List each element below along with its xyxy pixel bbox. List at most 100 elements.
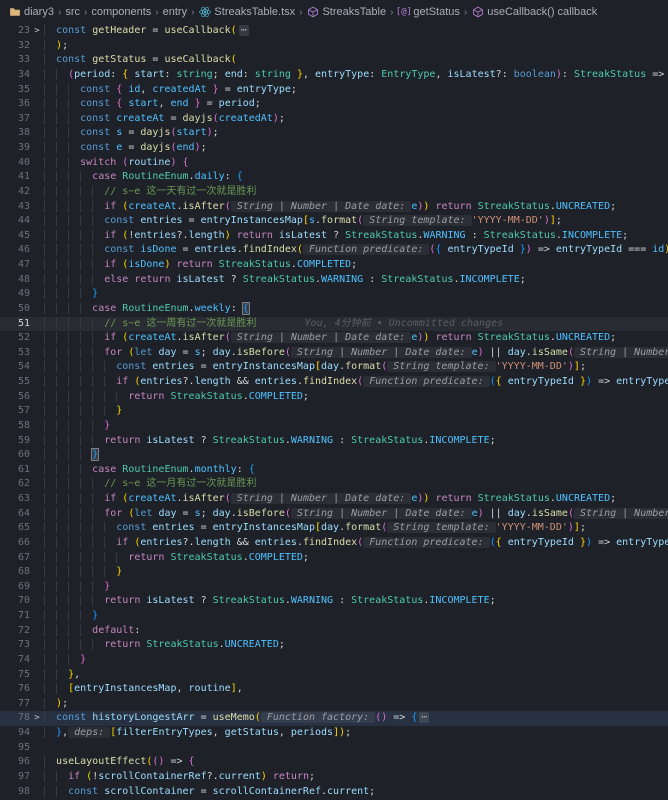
code-line[interactable]: 51 // s~e 这一周有过一次就是胜利 You, 4分钟前 • Uncomm… — [0, 317, 668, 332]
code-line[interactable]: 41 case RoutineEnum.daily: { — [0, 170, 668, 185]
code-line[interactable]: 73 return StreakStatus.UNCREATED; — [0, 638, 668, 653]
code-line[interactable]: 67 return StreakStatus.COMPLETED; — [0, 551, 668, 566]
line-number[interactable]: 43 — [0, 200, 30, 215]
code-line[interactable]: 72 default: — [0, 624, 668, 639]
code-line[interactable]: 50 case RoutineEnum.weekly: { — [0, 302, 668, 317]
code-line[interactable]: 53 for (let day = s; day.isBefore( Strin… — [0, 346, 668, 361]
line-number[interactable]: 51 — [0, 317, 30, 332]
line-number[interactable]: 56 — [0, 390, 30, 405]
line-number[interactable]: 77 — [0, 697, 30, 712]
line-number[interactable]: 72 — [0, 624, 30, 639]
line-number[interactable]: 75 — [0, 668, 30, 683]
code-line[interactable]: 48 else return isLatest ? StreakStatus.W… — [0, 273, 668, 288]
line-number[interactable]: 35 — [0, 83, 30, 98]
code-line[interactable]: 95 — [0, 741, 668, 756]
code-line[interactable]: 44 const entries = entryInstancesMap[s.f… — [0, 214, 668, 229]
code-line[interactable]: 52 if (createAt.isAfter( String | Number… — [0, 331, 668, 346]
line-number[interactable]: 54 — [0, 360, 30, 375]
code-line[interactable]: 55 if (entries?.length && entries.findIn… — [0, 375, 668, 390]
code-line[interactable]: 61 case RoutineEnum.monthly: { — [0, 463, 668, 478]
line-number[interactable]: 71 — [0, 609, 30, 624]
code-line[interactable]: 96 useLayoutEffect(() => { — [0, 755, 668, 770]
line-number[interactable]: 61 — [0, 463, 30, 478]
code-line[interactable]: 71 } — [0, 609, 668, 624]
code-line[interactable]: 78> const historyLongestArr = useMemo( F… — [0, 711, 668, 726]
line-number[interactable]: 48 — [0, 273, 30, 288]
breadcrumb-item[interactable]: diary3 — [8, 6, 54, 19]
line-number[interactable]: 94 — [0, 726, 30, 741]
line-number[interactable]: 69 — [0, 580, 30, 595]
line-number[interactable]: 50 — [0, 302, 30, 317]
line-number[interactable]: 33 — [0, 53, 30, 68]
breadcrumb-item[interactable]: StreaksTable — [306, 6, 386, 19]
code-line[interactable]: 46 const isDone = entries.findIndex( Fun… — [0, 243, 668, 258]
code-area[interactable]: 23> const getHeader = useCallback(⋯32 );… — [0, 24, 668, 799]
fold-chevron-icon[interactable]: > — [30, 24, 44, 39]
line-number[interactable]: 49 — [0, 287, 30, 302]
code-line[interactable]: 32 ); — [0, 39, 668, 54]
line-number[interactable]: 53 — [0, 346, 30, 361]
line-number[interactable]: 60 — [0, 448, 30, 463]
code-line[interactable]: 58 } — [0, 419, 668, 434]
line-number[interactable]: 74 — [0, 653, 30, 668]
code-line[interactable]: 39 const e = dayjs(end); — [0, 141, 668, 156]
line-number[interactable]: 38 — [0, 126, 30, 141]
line-number[interactable]: 44 — [0, 214, 30, 229]
line-number[interactable]: 97 — [0, 770, 30, 785]
line-number[interactable]: 46 — [0, 243, 30, 258]
code-line[interactable]: 47 if (isDone) return StreakStatus.COMPL… — [0, 258, 668, 273]
code-line[interactable]: 69 } — [0, 580, 668, 595]
breadcrumb-item[interactable]: useCallback() callback — [471, 6, 597, 19]
fold-chevron-icon[interactable]: > — [30, 711, 44, 726]
breadcrumb-item[interactable]: StreaksTable.tsx — [198, 6, 295, 19]
line-number[interactable]: 47 — [0, 258, 30, 273]
code-line[interactable]: 66 if (entries?.length && entries.findIn… — [0, 536, 668, 551]
breadcrumb-item[interactable]: src — [65, 6, 80, 18]
line-number[interactable]: 98 — [0, 785, 30, 800]
line-number[interactable]: 78 — [0, 711, 30, 726]
line-number[interactable]: 58 — [0, 419, 30, 434]
line-number[interactable]: 40 — [0, 156, 30, 171]
breadcrumb-item[interactable]: entry — [163, 6, 187, 18]
code-line[interactable]: 63 if (createAt.isAfter( String | Number… — [0, 492, 668, 507]
code-line[interactable]: 37 const createAt = dayjs(createdAt); — [0, 112, 668, 127]
line-number[interactable]: 66 — [0, 536, 30, 551]
line-number[interactable]: 52 — [0, 331, 30, 346]
code-line[interactable]: 23> const getHeader = useCallback(⋯ — [0, 24, 668, 39]
code-line[interactable]: 76 [entryInstancesMap, routine], — [0, 682, 668, 697]
line-number[interactable]: 68 — [0, 565, 30, 580]
code-line[interactable]: 97 if (!scrollContainerRef?.current) ret… — [0, 770, 668, 785]
line-number[interactable]: 96 — [0, 755, 30, 770]
code-line[interactable]: 70 return isLatest ? StreakStatus.WARNIN… — [0, 594, 668, 609]
line-number[interactable]: 41 — [0, 170, 30, 185]
code-line[interactable]: 38 const s = dayjs(start); — [0, 126, 668, 141]
line-number[interactable]: 73 — [0, 638, 30, 653]
breadcrumb-item[interactable]: [@]getStatus — [397, 6, 459, 19]
line-number[interactable]: 62 — [0, 477, 30, 492]
code-line[interactable]: 35 const { id, createdAt } = entryType; — [0, 83, 668, 98]
code-line[interactable]: 65 const entries = entryInstancesMap[day… — [0, 521, 668, 536]
line-number[interactable]: 76 — [0, 682, 30, 697]
line-number[interactable]: 55 — [0, 375, 30, 390]
line-number[interactable]: 37 — [0, 112, 30, 127]
line-number[interactable]: 67 — [0, 551, 30, 566]
line-number[interactable]: 59 — [0, 434, 30, 449]
code-line[interactable]: 59 return isLatest ? StreakStatus.WARNIN… — [0, 434, 668, 449]
code-line[interactable]: 77 ); — [0, 697, 668, 712]
line-number[interactable]: 23 — [0, 24, 30, 39]
line-number[interactable]: 36 — [0, 97, 30, 112]
line-number[interactable]: 34 — [0, 68, 30, 83]
code-line[interactable]: 62 // s~e 这一月有过一次就是胜利 — [0, 477, 668, 492]
line-number[interactable]: 64 — [0, 507, 30, 522]
line-number[interactable]: 70 — [0, 594, 30, 609]
code-line[interactable]: 68 } — [0, 565, 668, 580]
code-line[interactable]: 94 }, deps: [filterEntryTypes, getStatus… — [0, 726, 668, 741]
line-number[interactable]: 57 — [0, 404, 30, 419]
line-number[interactable]: 39 — [0, 141, 30, 156]
line-number[interactable]: 95 — [0, 741, 30, 756]
breadcrumb-item[interactable]: components — [91, 6, 151, 18]
line-number[interactable]: 45 — [0, 229, 30, 244]
code-line[interactable]: 33 const getStatus = useCallback( — [0, 53, 668, 68]
code-line[interactable]: 98 const scrollContainer = scrollContain… — [0, 785, 668, 800]
code-line[interactable]: 60 } — [0, 448, 668, 463]
